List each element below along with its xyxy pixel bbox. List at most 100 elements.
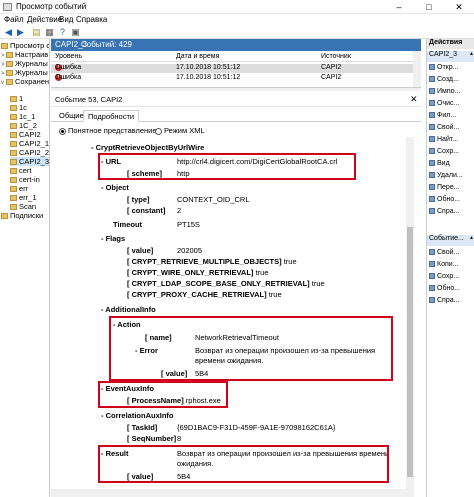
action-item[interactable]: Свой...	[429, 124, 459, 131]
view-icon	[429, 160, 435, 167]
filter-icon	[429, 112, 435, 119]
action-item[interactable]: Фил...	[429, 112, 456, 119]
events-table: Уровень Дата и время Источник ! Ошибка 17…	[51, 51, 421, 87]
tree-item-log[interactable]: Scan	[10, 202, 36, 211]
detail-hscrollbar[interactable]	[51, 489, 413, 497]
event-viewer-icon	[1, 43, 8, 50]
action-item[interactable]: Обно...	[429, 285, 460, 292]
log-icon	[10, 177, 17, 184]
menu-view[interactable]: Вид	[59, 15, 73, 24]
column-source[interactable]: Источник	[321, 53, 351, 60]
action-item[interactable]: Очис...	[429, 100, 459, 107]
center-pane: CAPI2_3 Событий: 429 Уровень Дата и врем…	[51, 39, 421, 497]
action-item[interactable]: Вид	[429, 160, 450, 167]
action-item[interactable]: Импо...	[429, 88, 460, 95]
node-additional-info[interactable]: - AdditionalInfo	[101, 305, 156, 314]
action-item[interactable]: Сохр...	[429, 148, 459, 155]
key-timeout: Timeout	[113, 220, 143, 229]
table-row[interactable]: ! Ошибка 17.10.2018 10:51:12 CAPI2	[51, 74, 413, 83]
node-object[interactable]: - Object	[101, 183, 129, 192]
type-value: CONTEXT_OID_CRL	[177, 195, 250, 204]
tree-item-log[interactable]: err	[10, 184, 28, 193]
menu-action[interactable]: Действие	[27, 15, 62, 24]
tree-item-log[interactable]: 1	[10, 94, 23, 103]
datetime-cell: 17.10.2018 10:51:12	[176, 64, 241, 71]
table-row[interactable]: ! Ошибка 17.10.2018 10:51:12 CAPI2	[51, 64, 413, 73]
tree-item-root[interactable]: Просмотр со	[1, 41, 49, 50]
menu-file[interactable]: Файл	[4, 15, 24, 24]
log-icon	[10, 150, 17, 157]
tree-item-log[interactable]: CAPI2	[10, 130, 41, 139]
tree-item-log[interactable]: 1c	[10, 103, 27, 112]
action-item[interactable]: Созд...	[429, 76, 459, 83]
minimize-button[interactable]: –	[384, 0, 414, 14]
action-item[interactable]: Спра...	[429, 208, 459, 215]
log-icon	[10, 141, 17, 148]
tree-item-log[interactable]: cert-in	[10, 175, 40, 184]
action-item[interactable]: Откр...	[429, 64, 458, 71]
events-scrollbar[interactable]	[413, 51, 421, 87]
tree-item-windows-logs[interactable]: > Журналы	[1, 59, 48, 68]
panel-icon[interactable]: ▣	[70, 27, 81, 38]
tree-item-log-selected[interactable]: CAPI2_3	[10, 157, 49, 166]
tree-item-custom-views[interactable]: > Настраив	[1, 50, 48, 59]
tree-item-subscriptions[interactable]: Подписки	[1, 211, 43, 220]
menu-help[interactable]: Справка	[76, 15, 107, 24]
action-item[interactable]: Спра...	[429, 297, 459, 304]
maximize-button[interactable]: □	[414, 0, 444, 14]
log-icon	[10, 132, 17, 139]
tree-item-app-logs[interactable]: > Журналы	[1, 68, 48, 77]
key-constant: [ constant]	[127, 206, 166, 215]
action-item[interactable]: Удали...	[429, 172, 463, 179]
column-level[interactable]: Уровень	[55, 53, 82, 60]
node-CryptRetrieveObjectByUrlWire[interactable]: - CryptRetrieveObjectByUrlWire	[91, 143, 204, 152]
close-details-button[interactable]: ✕	[410, 94, 418, 105]
navigation-tree: Просмотр со > Настраив > Журналы > Журналы …	[0, 39, 50, 497]
key-type: [ type]	[127, 195, 150, 204]
actions-section-log[interactable]: CAPI2_3	[427, 51, 474, 62]
close-window-button[interactable]: ✕	[444, 0, 474, 14]
back-icon[interactable]: ◀	[3, 27, 14, 38]
event-viewer-app-icon	[3, 3, 12, 11]
flags-value: 202005	[177, 246, 203, 255]
log-icon	[10, 105, 17, 112]
tree-item-saved-logs[interactable]: v Сохранен	[1, 77, 49, 86]
action-item[interactable]: Обно...	[429, 196, 460, 203]
highlight-action-box	[109, 316, 393, 381]
action-item[interactable]: Сохр...	[429, 273, 459, 280]
action-item[interactable]: Найт...	[429, 136, 458, 143]
action-item[interactable]: Свой...	[429, 249, 459, 256]
node-flags[interactable]: - Flags	[101, 234, 125, 243]
node-correlation-aux-info[interactable]: - CorrelationAuxInfo	[101, 411, 174, 420]
column-datetime[interactable]: Дата и время	[176, 53, 219, 60]
key-seq-number: [ SeqNumber]	[127, 434, 177, 443]
scroll-thumb[interactable]	[407, 227, 413, 477]
tree-item-log[interactable]: CAPI2_2	[10, 148, 49, 157]
help-icon	[429, 208, 435, 215]
flag-row: [ CRYPT_LDAP_SCOPE_BASE_ONLY_RETRIEVAL] …	[127, 279, 325, 288]
actions-section-event[interactable]: Событие...	[427, 235, 474, 246]
tree-item-log[interactable]: CAPI2_1	[10, 139, 49, 148]
flag-row: [ CRYPT_RETRIEVE_MULTIPLE_OBJECTS] true	[127, 257, 297, 266]
action-item[interactable]: Копи...	[429, 261, 459, 268]
radio-friendly-view[interactable]: Понятное представление	[59, 126, 157, 135]
grid-icon[interactable]: ▦	[44, 27, 55, 38]
datetime-cell: 17.10.2018 10:51:12	[176, 74, 241, 81]
tree-item-log[interactable]: 1c_1	[10, 112, 35, 121]
action-item[interactable]: Пере...	[429, 184, 460, 191]
log-icon	[10, 114, 17, 121]
actions-pane: Действия CAPI2_3 Откр... Созд... Импо...…	[426, 39, 474, 497]
create-icon	[429, 76, 435, 83]
tree-item-log[interactable]: 1C_2	[10, 121, 37, 130]
tree-item-log[interactable]: cert	[10, 166, 32, 175]
radio-xml-view[interactable]: Режим XML	[155, 126, 205, 135]
help-icon[interactable]: ?	[57, 27, 68, 38]
tree-item-log[interactable]: err_1	[10, 193, 37, 202]
forward-icon[interactable]: ▶	[15, 27, 26, 38]
constant-value: 2	[177, 206, 182, 215]
copy-icon	[429, 261, 435, 268]
detail-scrollbar[interactable]	[406, 137, 414, 497]
tab-details[interactable]: Подробности	[83, 110, 140, 122]
actions-header: Действия	[427, 39, 474, 49]
folder-icon[interactable]: ▤	[31, 27, 42, 38]
